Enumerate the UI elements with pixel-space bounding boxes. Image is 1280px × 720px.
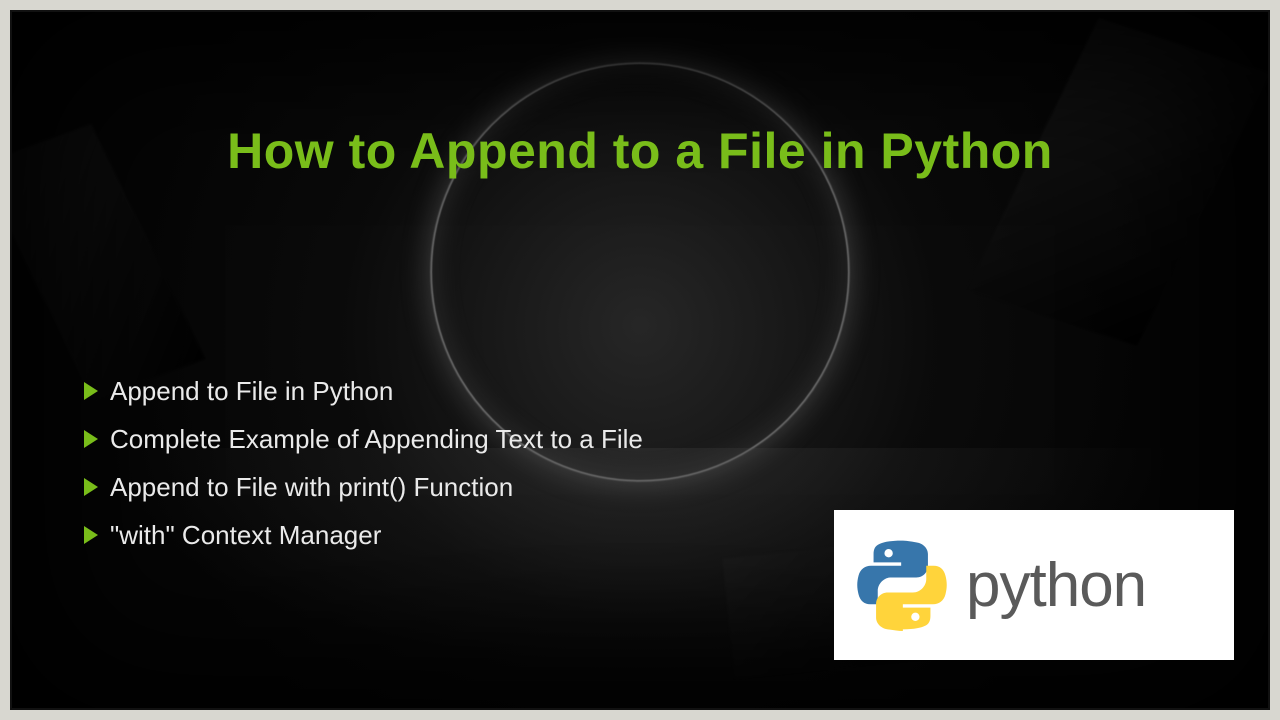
bullet-triangle-icon — [84, 478, 98, 496]
list-item: "with" Context Manager — [84, 511, 643, 559]
bullet-triangle-icon — [84, 430, 98, 448]
bullet-triangle-icon — [84, 382, 98, 400]
bullet-list: Append to File in Python Complete Exampl… — [84, 367, 643, 559]
list-item: Append to File in Python — [84, 367, 643, 415]
python-logo-text: python — [966, 550, 1146, 621]
background-shard — [966, 18, 1270, 346]
python-logo-icon — [856, 539, 948, 631]
list-item: Append to File with print() Function — [84, 463, 643, 511]
slide-title: How to Append to a File in Python — [12, 122, 1268, 180]
bullet-triangle-icon — [84, 526, 98, 544]
bullet-text: Append to File with print() Function — [110, 463, 513, 511]
list-item: Complete Example of Appending Text to a … — [84, 415, 643, 463]
bullet-text: Append to File in Python — [110, 367, 393, 415]
python-logo-box: python — [834, 510, 1234, 660]
slide-frame: How to Append to a File in Python Append… — [10, 10, 1270, 710]
bullet-text: Complete Example of Appending Text to a … — [110, 415, 643, 463]
bullet-text: "with" Context Manager — [110, 511, 381, 559]
